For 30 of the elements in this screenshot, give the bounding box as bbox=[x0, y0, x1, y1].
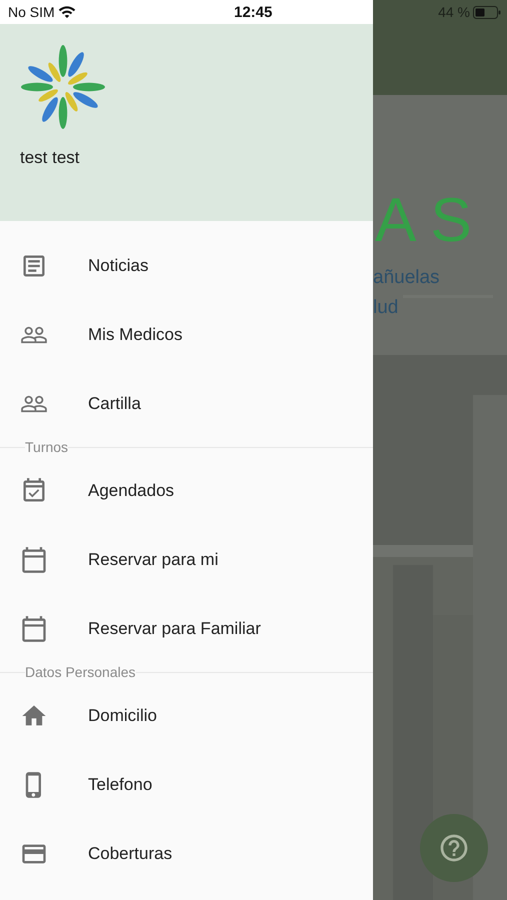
menu-item-label: Reservar para mi bbox=[88, 550, 218, 570]
menu-item-label: Agendados bbox=[88, 480, 174, 500]
menu-item-label: Telefono bbox=[88, 774, 152, 794]
menu-item[interactable]: Noticias bbox=[0, 231, 373, 300]
calendar-icon bbox=[20, 546, 48, 574]
battery-icon bbox=[473, 6, 501, 19]
menu-item-label: Cartilla bbox=[88, 394, 141, 414]
carrier-text: No SIM bbox=[8, 4, 55, 20]
subtitle-text: lud bbox=[373, 297, 398, 319]
menu-item-label: Domicilio bbox=[88, 706, 157, 726]
menu-item[interactable]: Cartilla bbox=[0, 369, 373, 438]
menu-item[interactable]: Telefono bbox=[0, 750, 373, 819]
menu-item[interactable]: Coberturas bbox=[0, 819, 373, 888]
menu-item-label: Reservar para Familiar bbox=[88, 618, 261, 638]
section-label: Datos Personales bbox=[25, 664, 136, 680]
section-label: Turnos bbox=[25, 439, 68, 455]
menu-item-label: Coberturas bbox=[88, 844, 172, 864]
menu-item-label: Noticias bbox=[88, 256, 148, 276]
clock-text: 12:45 bbox=[234, 4, 272, 20]
subtitle-text: añuelas bbox=[373, 267, 440, 289]
menu-item[interactable]: Agendados bbox=[0, 456, 373, 525]
menu-item[interactable]: Domicilio bbox=[0, 681, 373, 750]
logo-icon bbox=[20, 44, 106, 130]
user-name: test test bbox=[20, 148, 80, 168]
menu-item[interactable]: Reservar para Familiar bbox=[0, 594, 373, 663]
calendar-icon bbox=[20, 614, 48, 642]
menu-item[interactable]: Mis Medicos bbox=[0, 300, 373, 369]
help-icon bbox=[438, 832, 470, 864]
menu-item-label: Mis Medicos bbox=[88, 324, 182, 344]
menu-item[interactable]: Reservar para mi bbox=[0, 525, 373, 594]
